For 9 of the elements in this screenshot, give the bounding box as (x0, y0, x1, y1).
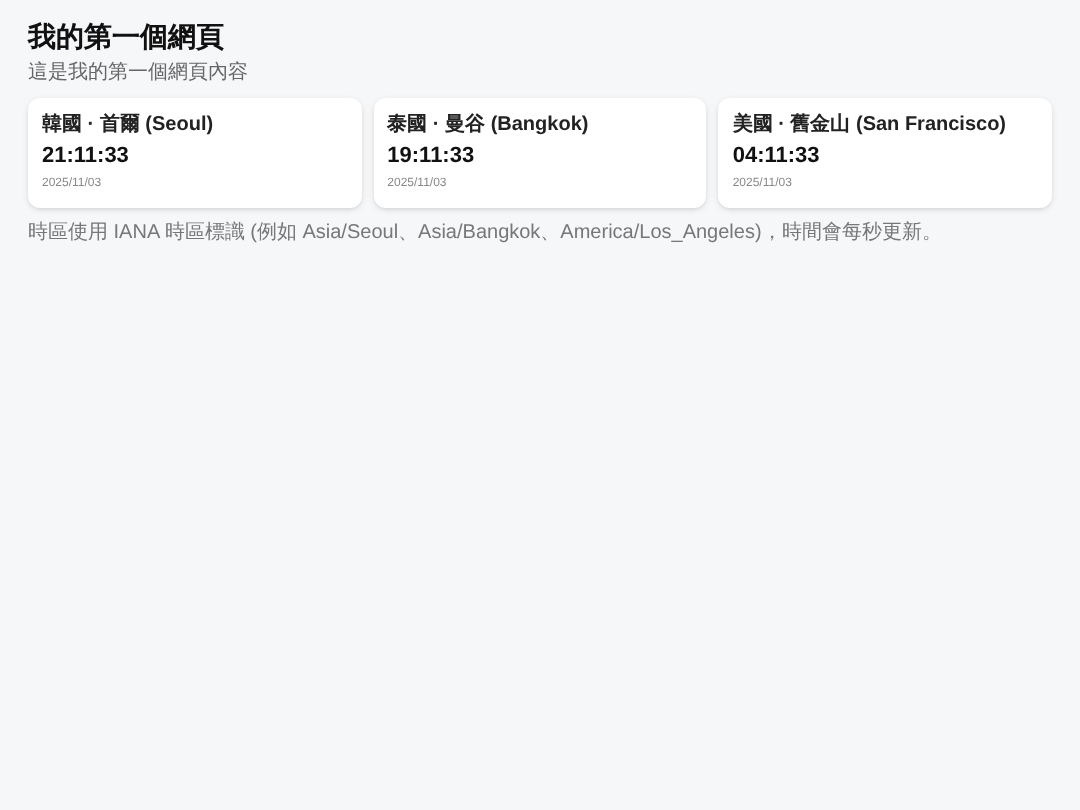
clock-time: 19:11:33 (387, 143, 477, 171)
clock-time: 21:11:33 (42, 143, 131, 171)
city-name: 美國 · 舊金山 (San Francisco) (732, 110, 1009, 139)
page-subtitle: 這是我的第一個網頁內容 (28, 59, 250, 87)
footnote: 時區使用 IANA 時區標識 (例如 Asia/Seoul、Asia/Bangkok、America/Los_Angeles)，時間會每秒更新。 (28, 219, 944, 249)
clock-time: 04:11:33 (732, 143, 822, 171)
page-title: 我的第一個網頁 (28, 20, 226, 55)
city-name: 韓國 · 首爾 (Seoul) (42, 111, 216, 139)
city-name: 泰國 · 曼谷 (Bangkok) (387, 111, 591, 139)
